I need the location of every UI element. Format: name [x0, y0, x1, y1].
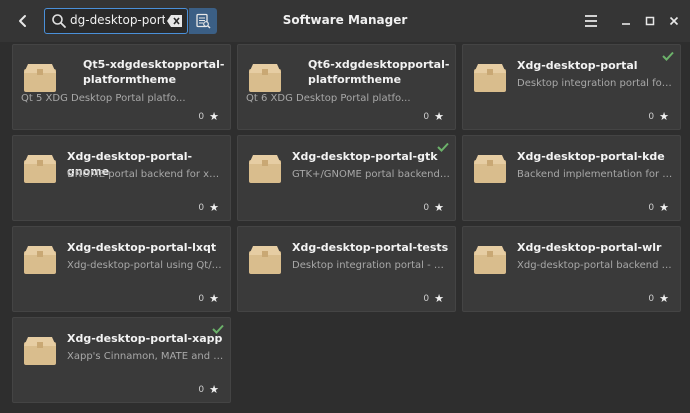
rating-count: 0 — [198, 202, 205, 213]
package-title: Xdg-desktop-portal-lxqt — [67, 241, 217, 254]
backspace-clear-icon[interactable] — [167, 14, 183, 28]
star-icon: ★ — [209, 201, 219, 214]
package-rating: 0 ★ — [423, 110, 444, 123]
package-card[interactable]: Qt5-xdgdesktopportal-platformtheme Qt 5 … — [12, 44, 231, 130]
package-title: Xdg-desktop-portal — [517, 59, 638, 72]
package-box-icon — [249, 155, 281, 183]
package-description: Desktop integration portal for ... — [517, 78, 675, 89]
package-box-icon — [24, 246, 56, 274]
package-card[interactable]: Xdg-desktop-portal-gnome GNOME portal ba… — [12, 135, 231, 221]
star-icon: ★ — [659, 110, 669, 123]
package-card[interactable]: Xdg-desktop-portal-gtk GTK+/GNOME portal… — [237, 135, 456, 221]
package-card[interactable]: Xdg-desktop-portal Desktop integration p… — [462, 44, 681, 130]
search-input[interactable]: dg-desktop-portal — [70, 13, 165, 27]
star-icon: ★ — [434, 292, 444, 305]
close-icon — [669, 16, 679, 26]
package-card[interactable]: Xdg-desktop-portal-kde Backend implement… — [462, 135, 681, 221]
rating-count: 0 — [423, 202, 430, 213]
package-rating: 0 ★ — [198, 110, 219, 123]
rating-count: 0 — [198, 384, 205, 395]
package-title: Xdg-desktop-portal-wlr — [517, 241, 662, 254]
package-card[interactable]: Xdg-desktop-portal-tests Desktop integra… — [237, 226, 456, 312]
package-box-icon — [474, 155, 506, 183]
package-box-icon — [24, 337, 56, 365]
package-title: Qt5-xdgdesktopportal-platformtheme — [83, 58, 225, 86]
star-icon: ★ — [659, 292, 669, 305]
star-icon: ★ — [434, 110, 444, 123]
search-field[interactable]: dg-desktop-portal — [44, 8, 188, 34]
close-button[interactable] — [666, 13, 682, 29]
package-description: GNOME portal backend for xdg... — [67, 169, 225, 180]
search-in-description-button[interactable] — [189, 8, 217, 34]
package-title: Xdg-desktop-portal-gtk — [292, 150, 438, 163]
search-icon — [52, 14, 66, 28]
back-button[interactable] — [10, 8, 36, 34]
package-description: Xapp's Cinnamon, MATE and XF... — [67, 351, 225, 362]
package-box-icon — [249, 64, 281, 92]
package-box-icon — [24, 155, 56, 183]
package-card[interactable]: Xdg-desktop-portal-xapp Xapp's Cinnamon,… — [12, 317, 231, 403]
minimize-button[interactable] — [618, 13, 634, 29]
search-in-description-icon — [196, 13, 211, 29]
header-bar: dg-desktop-portal Software Manager — [0, 0, 690, 42]
star-icon: ★ — [209, 292, 219, 305]
rating-count: 0 — [423, 111, 430, 122]
package-description: Xdg-desktop-portal backend fo... — [517, 260, 675, 271]
star-icon: ★ — [209, 110, 219, 123]
package-rating: 0 ★ — [198, 201, 219, 214]
rating-count: 0 — [198, 293, 205, 304]
package-title: Qt6-xdgdesktopportal-platformtheme — [308, 58, 450, 86]
rating-count: 0 — [648, 111, 655, 122]
package-box-icon — [474, 64, 506, 92]
package-rating: 0 ★ — [648, 201, 669, 214]
package-rating: 0 ★ — [198, 292, 219, 305]
package-box-icon — [249, 246, 281, 274]
package-card[interactable]: Xdg-desktop-portal-lxqt Xdg-desktop-port… — [12, 226, 231, 312]
package-description: Desktop integration portal - au... — [292, 260, 450, 271]
package-box-icon — [24, 64, 56, 92]
package-rating: 0 ★ — [648, 110, 669, 123]
star-icon: ★ — [659, 201, 669, 214]
package-description: Qt 5 XDG Desktop Portal platfo... — [21, 93, 186, 104]
package-card[interactable]: Xdg-desktop-portal-wlr Xdg-desktop-porta… — [462, 226, 681, 312]
maximize-button[interactable] — [642, 13, 658, 29]
maximize-icon — [645, 16, 655, 26]
package-rating: 0 ★ — [648, 292, 669, 305]
package-card[interactable]: Qt6-xdgdesktopportal-platformtheme Qt 6 … — [237, 44, 456, 130]
star-icon: ★ — [209, 383, 219, 396]
package-description: Xdg-desktop-portal using Qt/KF... — [67, 260, 225, 271]
package-description: Backend implementation for x... — [517, 169, 675, 180]
minimize-icon — [622, 23, 630, 25]
package-rating: 0 ★ — [198, 383, 219, 396]
star-icon: ★ — [434, 201, 444, 214]
rating-count: 0 — [423, 293, 430, 304]
chevron-left-icon — [19, 15, 26, 27]
package-rating: 0 ★ — [423, 292, 444, 305]
package-title: Xdg-desktop-portal-tests — [292, 241, 449, 254]
rating-count: 0 — [648, 202, 655, 213]
package-description: GTK+/GNOME portal backend f... — [292, 169, 450, 180]
package-description: Qt 6 XDG Desktop Portal platfo... — [246, 93, 411, 104]
rating-count: 0 — [648, 293, 655, 304]
package-rating: 0 ★ — [423, 201, 444, 214]
package-title: Xdg-desktop-portal-xapp — [67, 332, 223, 345]
package-title: Xdg-desktop-portal-kde — [517, 150, 665, 163]
package-box-icon — [474, 246, 506, 274]
hamburger-menu-icon[interactable] — [582, 12, 600, 30]
rating-count: 0 — [198, 111, 205, 122]
